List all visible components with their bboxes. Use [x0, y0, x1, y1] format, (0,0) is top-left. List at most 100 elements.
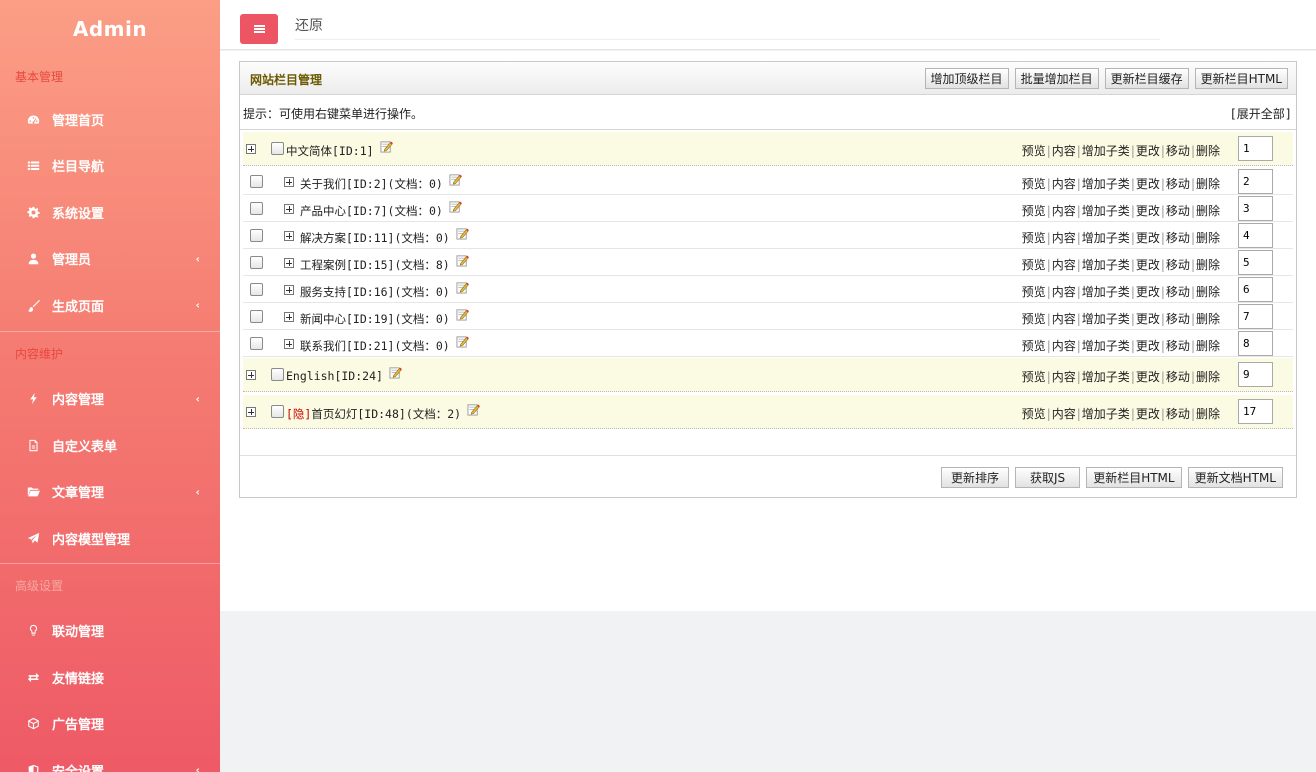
- move-link[interactable]: 移动: [1166, 312, 1190, 326]
- sidebar-item-content[interactable]: 内容管理 ‹: [0, 376, 220, 423]
- add-subcategory-link[interactable]: 增加子类: [1082, 144, 1130, 158]
- sort-order-input[interactable]: [1238, 304, 1273, 329]
- update-category-html-button[interactable]: 更新栏目HTML: [1194, 68, 1288, 89]
- row-checkbox[interactable]: [250, 283, 263, 296]
- category-title[interactable]: 联系我们[ID:21](文档：0): [300, 338, 450, 354]
- row-checkbox[interactable]: [250, 202, 263, 215]
- category-title[interactable]: [隐]首页幻灯[ID:48](文档：2): [286, 406, 461, 422]
- move-link[interactable]: 移动: [1166, 407, 1190, 421]
- modify-link[interactable]: 更改: [1136, 258, 1160, 272]
- add-subcategory-link[interactable]: 增加子类: [1082, 231, 1130, 245]
- expand-node-icon[interactable]: [284, 285, 294, 295]
- category-title[interactable]: 解决方案[ID:11](文档：0): [300, 230, 450, 246]
- row-checkbox[interactable]: [250, 175, 263, 188]
- modify-link[interactable]: 更改: [1136, 231, 1160, 245]
- delete-link[interactable]: 删除: [1196, 370, 1220, 384]
- row-checkbox[interactable]: [250, 256, 263, 269]
- move-link[interactable]: 移动: [1166, 144, 1190, 158]
- modify-link[interactable]: 更改: [1136, 312, 1160, 326]
- delete-link[interactable]: 删除: [1196, 407, 1220, 421]
- content-link[interactable]: 内容: [1052, 204, 1076, 218]
- expand-all-link[interactable]: [展开全部]: [1230, 105, 1292, 122]
- content-link[interactable]: 内容: [1052, 407, 1076, 421]
- sidebar-item-admin[interactable]: 管理员 ‹: [0, 236, 220, 283]
- modify-link[interactable]: 更改: [1136, 407, 1160, 421]
- row-checkbox[interactable]: [271, 368, 284, 381]
- edit-pencil-icon[interactable]: [467, 403, 481, 416]
- sidebar-item-friend-links[interactable]: 友情链接: [0, 654, 220, 701]
- content-link[interactable]: 内容: [1052, 339, 1076, 353]
- preview-link[interactable]: 预览: [1022, 339, 1046, 353]
- category-title[interactable]: English[ID:24]: [286, 369, 383, 383]
- update-document-html-button[interactable]: 更新文档HTML: [1187, 467, 1283, 488]
- add-subcategory-link[interactable]: 增加子类: [1082, 407, 1130, 421]
- content-link[interactable]: 内容: [1052, 370, 1076, 384]
- expand-node-icon[interactable]: [246, 407, 256, 417]
- add-top-category-button[interactable]: 增加顶级栏目: [924, 68, 1009, 89]
- category-title[interactable]: 工程案例[ID:15](文档：8): [300, 257, 450, 273]
- sort-order-input[interactable]: [1238, 223, 1273, 248]
- content-link[interactable]: 内容: [1052, 258, 1076, 272]
- category-title[interactable]: 中文简体[ID:1]: [286, 143, 374, 159]
- add-subcategory-link[interactable]: 增加子类: [1082, 370, 1130, 384]
- restore-link[interactable]: 还原: [295, 15, 323, 35]
- row-checkbox[interactable]: [250, 229, 263, 242]
- row-checkbox[interactable]: [271, 142, 284, 155]
- delete-link[interactable]: 删除: [1196, 231, 1220, 245]
- sidebar-item-settings[interactable]: 系统设置: [0, 189, 220, 236]
- move-link[interactable]: 移动: [1166, 339, 1190, 353]
- move-link[interactable]: 移动: [1166, 285, 1190, 299]
- content-link[interactable]: 内容: [1052, 312, 1076, 326]
- edit-pencil-icon[interactable]: [456, 281, 469, 294]
- get-js-button[interactable]: 获取JS: [1015, 467, 1081, 488]
- sort-order-input[interactable]: [1238, 331, 1273, 356]
- expand-node-icon[interactable]: [284, 231, 294, 241]
- sort-order-input[interactable]: [1238, 277, 1273, 302]
- sidebar-item-linkage[interactable]: 联动管理: [0, 608, 220, 655]
- sort-order-input[interactable]: [1238, 250, 1273, 275]
- expand-node-icon[interactable]: [246, 370, 256, 380]
- modify-link[interactable]: 更改: [1136, 285, 1160, 299]
- move-link[interactable]: 移动: [1166, 231, 1190, 245]
- content-link[interactable]: 内容: [1052, 144, 1076, 158]
- add-subcategory-link[interactable]: 增加子类: [1082, 204, 1130, 218]
- preview-link[interactable]: 预览: [1022, 258, 1046, 272]
- edit-pencil-icon[interactable]: [449, 173, 462, 186]
- delete-link[interactable]: 删除: [1196, 312, 1220, 326]
- sidebar-item-ads[interactable]: 广告管理: [0, 701, 220, 748]
- update-category-html-footer-button[interactable]: 更新栏目HTML: [1086, 467, 1182, 488]
- expand-node-icon[interactable]: [284, 339, 294, 349]
- update-category-cache-button[interactable]: 更新栏目缓存: [1104, 68, 1189, 89]
- sort-order-input[interactable]: [1238, 136, 1273, 161]
- delete-link[interactable]: 删除: [1196, 204, 1220, 218]
- preview-link[interactable]: 预览: [1022, 370, 1046, 384]
- row-checkbox[interactable]: [271, 405, 284, 418]
- delete-link[interactable]: 删除: [1196, 177, 1220, 191]
- sidebar-item-nav[interactable]: 栏目导航: [0, 143, 220, 190]
- preview-link[interactable]: 预览: [1022, 144, 1046, 158]
- expand-node-icon[interactable]: [284, 177, 294, 187]
- category-title[interactable]: 服务支持[ID:16](文档：0): [300, 284, 450, 300]
- delete-link[interactable]: 删除: [1196, 285, 1220, 299]
- move-link[interactable]: 移动: [1166, 177, 1190, 191]
- preview-link[interactable]: 预览: [1022, 312, 1046, 326]
- sidebar-item-content-model[interactable]: 内容模型管理: [0, 515, 220, 562]
- sidebar-item-generate[interactable]: 生成页面 ‹: [0, 282, 220, 329]
- add-subcategory-link[interactable]: 增加子类: [1082, 312, 1130, 326]
- edit-pencil-icon[interactable]: [456, 308, 469, 321]
- delete-link[interactable]: 删除: [1196, 339, 1220, 353]
- category-title[interactable]: 产品中心[ID:7](文档：0): [300, 203, 443, 219]
- content-link[interactable]: 内容: [1052, 285, 1076, 299]
- row-checkbox[interactable]: [250, 337, 263, 350]
- add-subcategory-link[interactable]: 增加子类: [1082, 177, 1130, 191]
- preview-link[interactable]: 预览: [1022, 177, 1046, 191]
- expand-node-icon[interactable]: [284, 312, 294, 322]
- sidebar-item-custom-form[interactable]: 自定义表单: [0, 422, 220, 469]
- row-checkbox[interactable]: [250, 310, 263, 323]
- move-link[interactable]: 移动: [1166, 370, 1190, 384]
- modify-link[interactable]: 更改: [1136, 204, 1160, 218]
- menu-toggle-button[interactable]: [240, 14, 278, 44]
- expand-node-icon[interactable]: [246, 144, 256, 154]
- delete-link[interactable]: 删除: [1196, 144, 1220, 158]
- edit-pencil-icon[interactable]: [389, 366, 402, 379]
